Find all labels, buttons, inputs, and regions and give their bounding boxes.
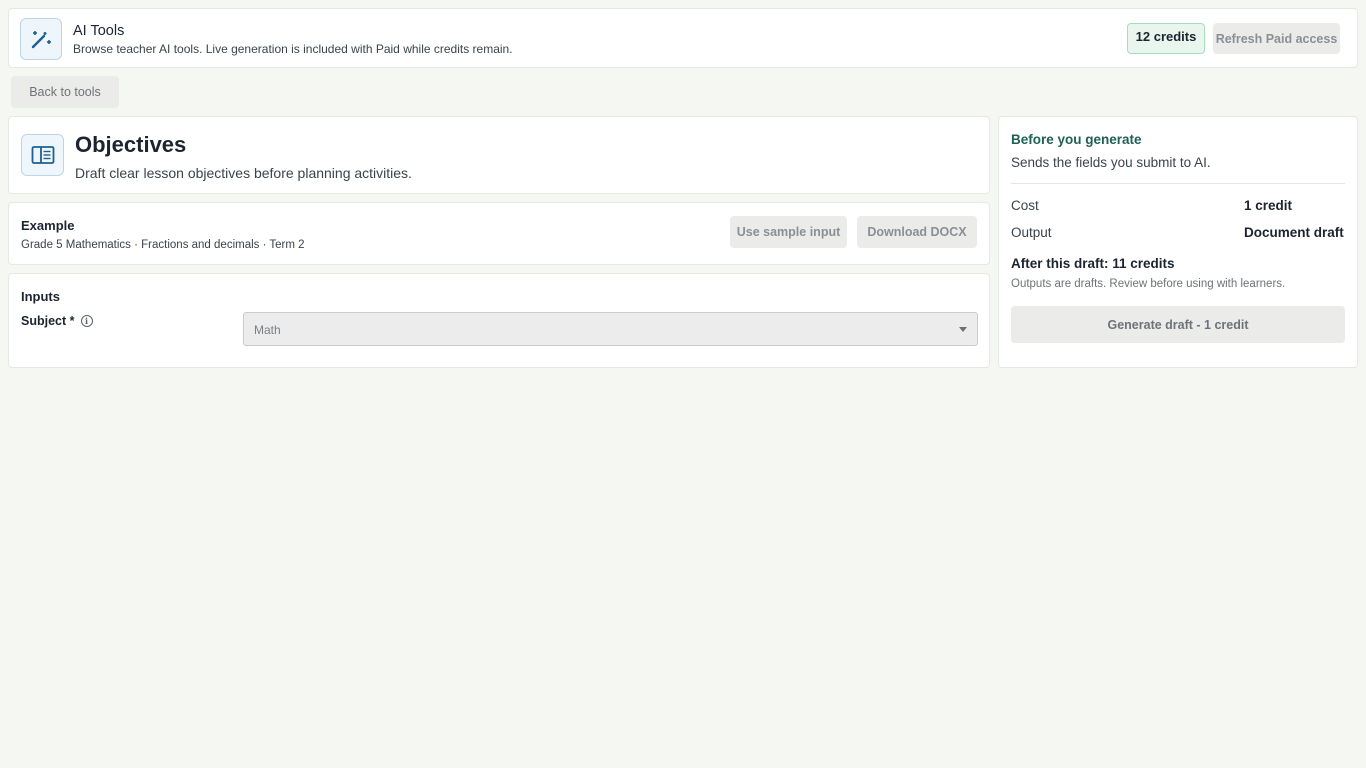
cost-value: 1 credit: [1244, 198, 1293, 213]
chevron-down-icon: [959, 327, 967, 332]
subject-select[interactable]: Math: [243, 312, 978, 346]
subject-label: Subject * i: [21, 314, 93, 328]
summary-title: Before you generate: [1011, 132, 1142, 147]
subject-label-text: Subject *: [21, 314, 75, 328]
example-card: Example Grade 5 Mathematics · Fractions …: [8, 202, 990, 265]
draft-note: Outputs are drafts. Review before using …: [1011, 278, 1286, 290]
refresh-paid-access-button[interactable]: Refresh Paid access: [1213, 23, 1340, 54]
subject-select-value: Math: [254, 323, 281, 337]
output-label: Output: [1011, 225, 1052, 240]
credits-badge: 12 credits: [1127, 23, 1205, 54]
app-title: AI Tools: [73, 23, 125, 39]
remaining-credits-text: After this draft: 11 credits: [1011, 256, 1175, 271]
example-description: Grade 5 Mathematics · Fractions and deci…: [21, 239, 305, 251]
inputs-title: Inputs: [21, 289, 60, 304]
book-open-icon: [21, 134, 64, 176]
inputs-card: Inputs Subject * i Math: [8, 273, 990, 368]
output-value: Document draft: [1244, 225, 1344, 240]
example-title: Example: [21, 218, 75, 233]
magic-wand-icon: [20, 18, 62, 60]
summary-subtitle: Sends the fields you submit to AI.: [1011, 155, 1211, 170]
use-sample-input-button[interactable]: Use sample input: [730, 216, 847, 248]
cost-label: Cost: [1011, 198, 1039, 213]
download-docx-button[interactable]: Download DOCX: [857, 216, 977, 248]
info-icon[interactable]: i: [80, 315, 93, 327]
app-subtitle: Browse teacher AI tools. Live generation…: [73, 42, 513, 56]
generate-draft-button[interactable]: Generate draft - 1 credit: [1011, 306, 1345, 343]
generate-summary-panel: Before you generate Sends the fields you…: [998, 116, 1358, 368]
divider: [1011, 183, 1345, 184]
tool-card: Objectives Draft clear lesson objectives…: [8, 116, 990, 194]
page-description: Draft clear lesson objectives before pla…: [75, 165, 412, 181]
page-title: Objectives: [75, 132, 187, 157]
back-to-tools-button[interactable]: Back to tools: [11, 76, 119, 108]
app-header: AI Tools Browse teacher AI tools. Live g…: [8, 8, 1358, 68]
